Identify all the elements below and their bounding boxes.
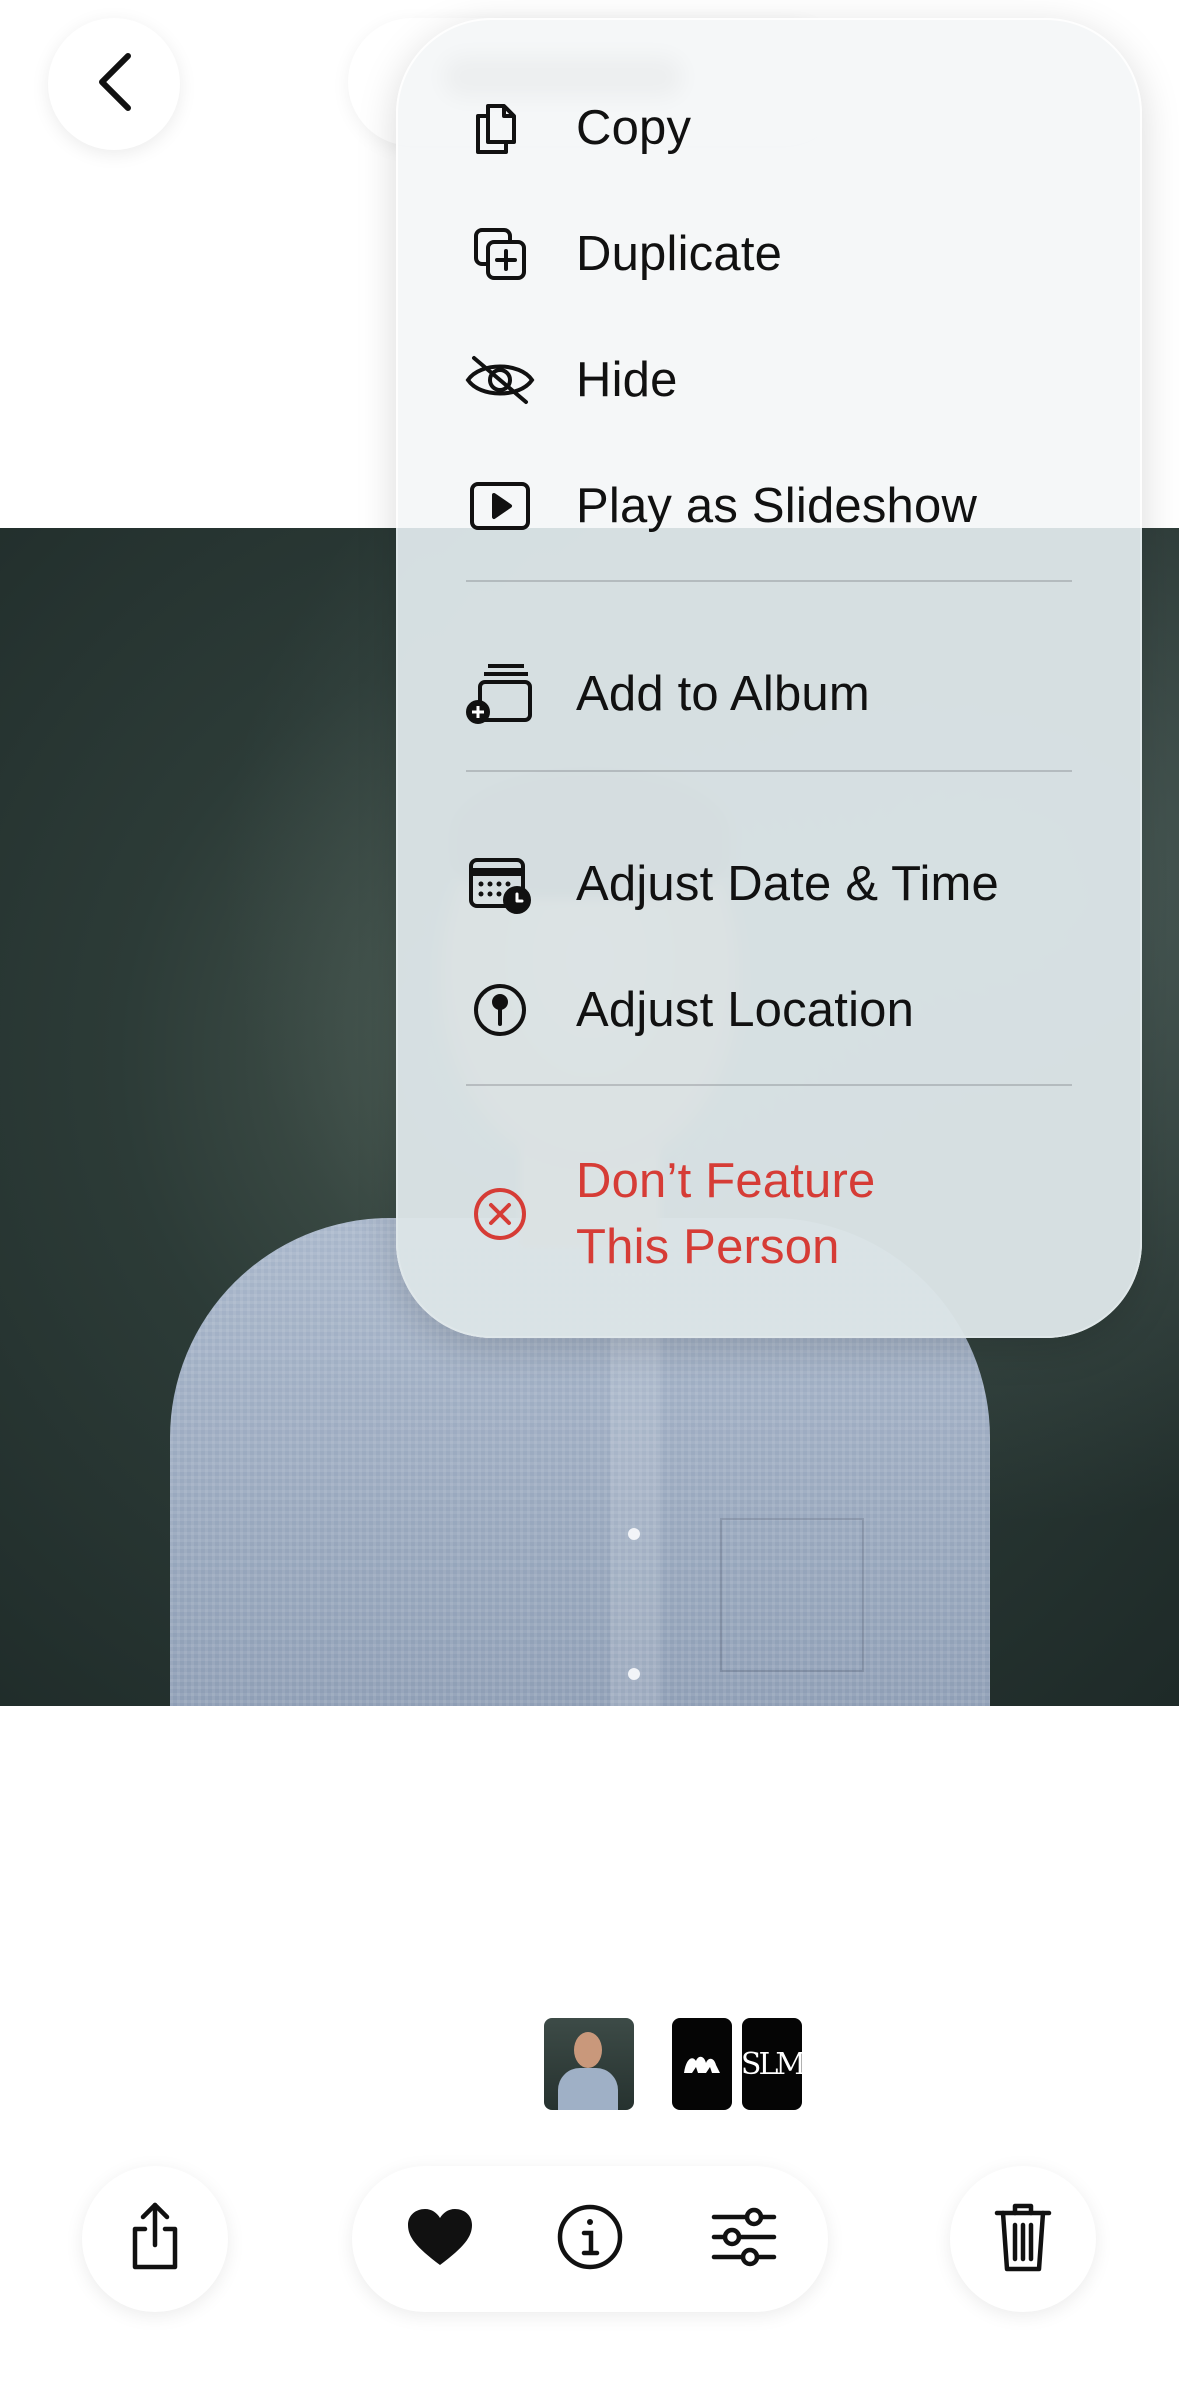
photo-shirt-button xyxy=(628,1528,640,1540)
info-icon xyxy=(556,2203,624,2276)
thumbnail-photo[interactable] xyxy=(544,2018,634,2110)
menu-item-adjust-date-time[interactable]: Adjust Date & Time xyxy=(464,848,1082,920)
chevron-left-icon xyxy=(92,50,136,119)
favorite-button[interactable] xyxy=(370,2166,510,2312)
menu-item-copy[interactable]: Copy xyxy=(464,92,1082,164)
menu-item-label: Duplicate xyxy=(576,227,783,281)
photo-shirt-pocket xyxy=(720,1518,864,1672)
photo-shirt-button xyxy=(628,1668,640,1680)
thumbnail-figure-face xyxy=(574,2032,602,2068)
back-button[interactable] xyxy=(48,18,180,150)
menu-item-label: Adjust Date & Time xyxy=(576,857,999,911)
menu-separator xyxy=(466,770,1072,772)
heart-icon xyxy=(406,2207,474,2272)
menu-item-label: Copy xyxy=(576,101,692,155)
menu-item-label: Add to Album xyxy=(576,667,870,721)
share-icon xyxy=(125,2201,185,2278)
menu-item-label: Don’t Feature This Person xyxy=(576,1148,875,1280)
thumbnail-logo-text: SLM xyxy=(742,2046,802,2082)
calendar-clock-icon xyxy=(464,848,536,920)
menu-separator xyxy=(466,1084,1072,1086)
location-pin-icon xyxy=(464,974,536,1046)
x-circle-icon xyxy=(464,1178,536,1250)
delete-button[interactable] xyxy=(950,2166,1096,2312)
photo-actions-pill xyxy=(352,2166,828,2312)
thumbnail-figure-body xyxy=(558,2068,618,2110)
context-menu: Copy Duplicate Hide Play as Slideshow Ad… xyxy=(396,18,1142,1338)
info-button[interactable] xyxy=(520,2166,660,2312)
menu-item-dont-feature-person[interactable]: Don’t Feature This Person xyxy=(464,1148,1082,1280)
menu-item-hide[interactable]: Hide xyxy=(464,344,1082,416)
play-rectangle-icon xyxy=(464,470,536,542)
menu-item-play-slideshow[interactable]: Play as Slideshow xyxy=(464,470,1082,542)
menu-item-adjust-location[interactable]: Adjust Location xyxy=(464,974,1082,1046)
eye-slash-icon xyxy=(464,344,536,416)
add-to-album-icon xyxy=(464,658,536,730)
menu-item-label: Hide xyxy=(576,353,678,407)
trash-icon xyxy=(993,2201,1053,2278)
menu-item-label: Adjust Location xyxy=(576,983,915,1037)
menu-item-duplicate[interactable]: Duplicate xyxy=(464,218,1082,290)
menu-separator xyxy=(466,580,1072,582)
edit-adjust-button[interactable] xyxy=(674,2166,814,2312)
thumbnail-logo[interactable] xyxy=(672,2018,732,2110)
menu-item-label: Play as Slideshow xyxy=(576,479,978,533)
thumbnail-logo-slm[interactable]: SLM xyxy=(742,2018,802,2110)
duplicate-icon xyxy=(464,218,536,290)
menu-item-label-line1: Don’t Feature xyxy=(576,1154,876,1208)
sliders-icon xyxy=(710,2207,778,2272)
logo-mark-icon xyxy=(684,2056,720,2073)
thumbnail-strip: SLM xyxy=(0,2018,1179,2110)
menu-item-add-to-album[interactable]: Add to Album xyxy=(464,658,1082,730)
menu-item-label-line2: This Person xyxy=(576,1220,840,1274)
copy-icon xyxy=(464,92,536,164)
share-button[interactable] xyxy=(82,2166,228,2312)
